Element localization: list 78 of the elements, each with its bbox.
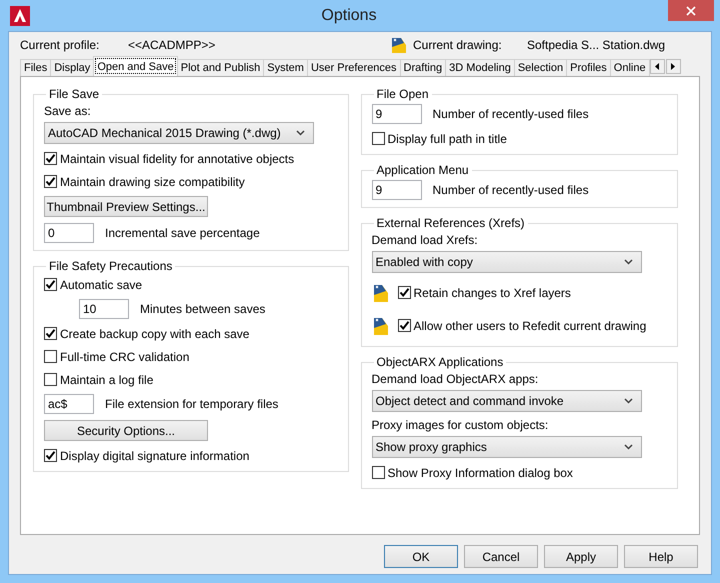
- dropdown[interactable]: Enabled with copy: [372, 251, 642, 273]
- profile-value: <<ACADMPP>>: [128, 38, 216, 52]
- group-title: ObjectARX Applications: [376, 355, 504, 369]
- field-label: Demand load ObjectARX apps:: [372, 372, 540, 386]
- checkbox-label: Allow other users to Refedit current drawing: [414, 318, 646, 332]
- checkbox-label: Retain changes to Xref layers: [414, 286, 571, 300]
- checkbox-label: Display full path in title: [388, 132, 507, 146]
- input-field[interactable]: 9: [372, 180, 422, 200]
- group-title: File Open: [376, 87, 430, 101]
- group-title: File Safety Precautions: [48, 259, 174, 273]
- checkbox[interactable]: [44, 350, 57, 363]
- checkbox[interactable]: [372, 132, 384, 145]
- field-label: Save as:: [44, 104, 92, 118]
- checkbox-label: Create backup copy with each save: [60, 326, 250, 340]
- tab[interactable]: Online: [610, 59, 650, 76]
- checkbox[interactable]: [44, 327, 57, 340]
- checkbox-label: Automatic save: [60, 278, 142, 292]
- checkbox[interactable]: [44, 278, 57, 291]
- checkbox-label: Maintain visual fidelity for annotative objects: [60, 152, 294, 166]
- checkbox[interactable]: [398, 319, 410, 332]
- checkbox-label: Maintain a log file: [60, 372, 154, 386]
- chevron-down-icon: [624, 259, 632, 265]
- scroll-right-button[interactable]: [666, 59, 681, 74]
- drawing-icon: [372, 316, 390, 336]
- checkbox[interactable]: [44, 152, 57, 165]
- tab[interactable]: Drafting: [400, 59, 446, 76]
- tab[interactable]: System: [263, 59, 308, 76]
- field-label: Incremental save percentage: [105, 226, 260, 240]
- checkbox-label: Display digital signature information: [60, 448, 250, 462]
- dialog-button[interactable]: OK: [384, 545, 458, 568]
- checkbox[interactable]: [398, 286, 410, 299]
- window-title: Options: [320, 6, 378, 24]
- field-label: Proxy images for custom objects:: [372, 418, 550, 432]
- input-field[interactable]: 0: [44, 223, 94, 243]
- dialog-button[interactable]: Help: [624, 545, 698, 568]
- right-triangle-icon: [671, 63, 676, 70]
- group-title: Application Menu: [376, 163, 470, 177]
- field-label: Demand load Xrefs:: [372, 233, 479, 247]
- checkbox-label: Full-time CRC validation: [60, 350, 190, 364]
- group-title: External References (Xrefs): [376, 216, 526, 230]
- settings-button[interactable]: Thumbnail Preview Settings...: [44, 196, 208, 217]
- scroll-left-button[interactable]: [650, 59, 665, 74]
- input-field[interactable]: ac$: [44, 394, 94, 414]
- app-logo-icon: [10, 6, 30, 26]
- checkbox[interactable]: [44, 175, 57, 188]
- tab[interactable]: Display: [50, 59, 94, 76]
- dropdown[interactable]: Object detect and command invoke: [372, 390, 642, 412]
- settings-button[interactable]: Security Options...: [44, 420, 208, 441]
- drawing-value: Softpedia S... Station.dwg: [527, 38, 666, 52]
- tab[interactable]: Open and Save: [93, 56, 178, 76]
- drawing-icon: [390, 36, 408, 54]
- checkbox[interactable]: [44, 449, 57, 462]
- tab[interactable]: 3D Modeling: [445, 59, 515, 76]
- close-button[interactable]: [668, 0, 714, 21]
- chevron-down-icon: [296, 130, 305, 136]
- profile-label: Current profile:: [20, 38, 100, 52]
- dropdown[interactable]: AutoCAD Mechanical 2015 Drawing (*.dwg): [44, 122, 314, 144]
- field-label: Minutes between saves: [140, 302, 266, 316]
- field-label: Number of recently-used files: [432, 183, 589, 197]
- checkbox-label: Maintain drawing size compatibility: [60, 174, 245, 188]
- checkbox[interactable]: [44, 373, 57, 386]
- field-label: File extension for temporary files: [105, 397, 278, 411]
- input-field[interactable]: 10: [79, 299, 129, 319]
- chevron-down-icon: [624, 398, 632, 404]
- left-triangle-icon: [655, 63, 660, 70]
- checkbox-label: Show Proxy Information dialog box: [388, 466, 573, 480]
- drawing-icon: [372, 282, 390, 302]
- tab[interactable]: Files: [20, 59, 52, 76]
- close-icon: [686, 6, 696, 16]
- chevron-down-icon: [624, 444, 632, 450]
- checkbox[interactable]: [372, 466, 384, 479]
- field-label: Number of recently-used files: [432, 107, 589, 121]
- input-field[interactable]: 9: [372, 104, 422, 124]
- dialog-button[interactable]: Cancel: [464, 545, 538, 568]
- group-title: File Save: [48, 87, 100, 101]
- dialog-button[interactable]: Apply: [544, 545, 618, 568]
- dropdown[interactable]: Show proxy graphics: [372, 436, 642, 458]
- drawing-label: Current drawing:: [413, 38, 503, 52]
